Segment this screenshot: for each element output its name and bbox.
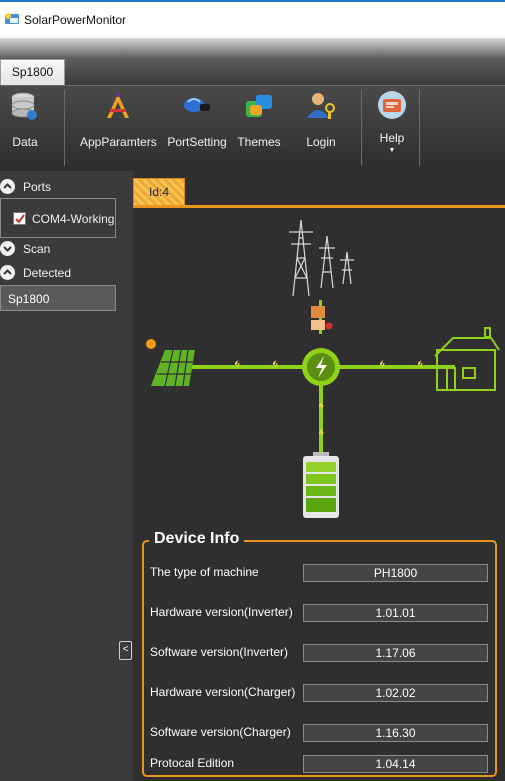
wrench-pencil-icon: [107, 93, 129, 118]
ribbon-separator: [361, 90, 362, 166]
sun-icon: [146, 339, 156, 349]
scan-label: Scan: [23, 242, 51, 256]
ribbon-tab-sp1800[interactable]: Sp1800: [0, 59, 65, 85]
scan-section-header[interactable]: Scan: [0, 238, 118, 260]
login-label: Login: [306, 135, 336, 149]
protocol-edition-label: Protocal Edition: [150, 756, 235, 770]
login-button[interactable]: Login: [302, 90, 340, 149]
port-setting-label: PortSetting: [167, 135, 227, 149]
sw-charger-label: Software version(Charger): [150, 725, 291, 739]
left-panel: Ports COM4-Working Scan Detected Sp1800 …: [0, 171, 133, 781]
ports-section-header[interactable]: Ports: [0, 176, 118, 198]
window-title: SolarPowerMonitor: [24, 13, 127, 27]
ribbon-tab-strip: Sp1800: [0, 38, 505, 85]
help-card-icon: [378, 91, 406, 119]
sw-inverter-value: 1.17.06: [303, 644, 488, 662]
help-button[interactable]: Help ▼: [374, 90, 410, 154]
meter-switch-icon: [311, 306, 333, 330]
collapse-sidebar-button[interactable]: <: [119, 641, 132, 660]
main-panel: Id:4 Device Info The type of machine PH1…: [133, 171, 505, 781]
chevron-down-icon: ▼: [388, 147, 396, 154]
help-label: Help: [379, 131, 405, 145]
machine-type-label: The type of machine: [150, 565, 259, 579]
sw-inverter-label: Software version(Inverter): [150, 645, 289, 659]
app-params-button[interactable]: AppParamters: [80, 90, 157, 149]
themes-label: Themes: [237, 135, 281, 149]
sw-charger-value: 1.16.30: [303, 724, 488, 742]
ribbon-toolbar: Data AppParamters PortSetting Themes Log…: [0, 85, 505, 171]
port-item[interactable]: COM4-Working: [0, 198, 116, 238]
title-bar: SolarPowerMonitor: [0, 0, 505, 38]
ribbon-separator: [64, 90, 65, 166]
data-button[interactable]: Data: [6, 90, 44, 149]
ribbon-separator: [419, 90, 420, 166]
port-setting-button[interactable]: PortSetting: [167, 90, 227, 149]
connector-icon: [184, 98, 210, 112]
ports-label: Ports: [23, 180, 52, 194]
detected-device-item[interactable]: Sp1800: [0, 285, 116, 311]
themes-button[interactable]: Themes: [237, 90, 281, 149]
battery-icon: [303, 452, 339, 518]
app-params-label: AppParamters: [80, 135, 157, 149]
chevron-up-icon: [0, 265, 15, 280]
data-button-label: Data: [12, 135, 38, 149]
detected-label: Detected: [23, 266, 72, 280]
power-tower-icon: [289, 219, 354, 297]
detected-section-header[interactable]: Detected: [0, 262, 118, 284]
app-icon: [5, 13, 19, 24]
machine-type-value: PH1800: [303, 564, 488, 582]
tab-id4[interactable]: Id:4: [133, 178, 185, 206]
solar-panel-icon: [151, 349, 195, 387]
hw-charger-label: Hardware version(Charger): [150, 685, 296, 699]
port-item-label: COM4-Working: [32, 212, 115, 226]
device-info-title: Device Info: [149, 530, 245, 548]
house-icon: [434, 327, 500, 391]
energy-flow-diagram: [146, 219, 500, 518]
hw-charger-value: 1.02.02: [303, 684, 488, 702]
inverter-hub-icon: [302, 348, 340, 386]
hw-inverter-value: 1.01.01: [303, 604, 488, 622]
chevron-up-icon: [0, 179, 15, 194]
palette-icon: [246, 95, 272, 117]
database-icon: [11, 92, 37, 120]
hw-inverter-label: Hardware version(Inverter): [150, 605, 293, 619]
protocol-edition-value: 1.04.14: [303, 755, 488, 773]
port-checkbox[interactable]: [13, 212, 26, 225]
chevron-down-icon: [0, 241, 15, 256]
device-info-panel: Device Info The type of machine PH1800 H…: [142, 530, 497, 777]
user-key-icon: [307, 93, 335, 119]
